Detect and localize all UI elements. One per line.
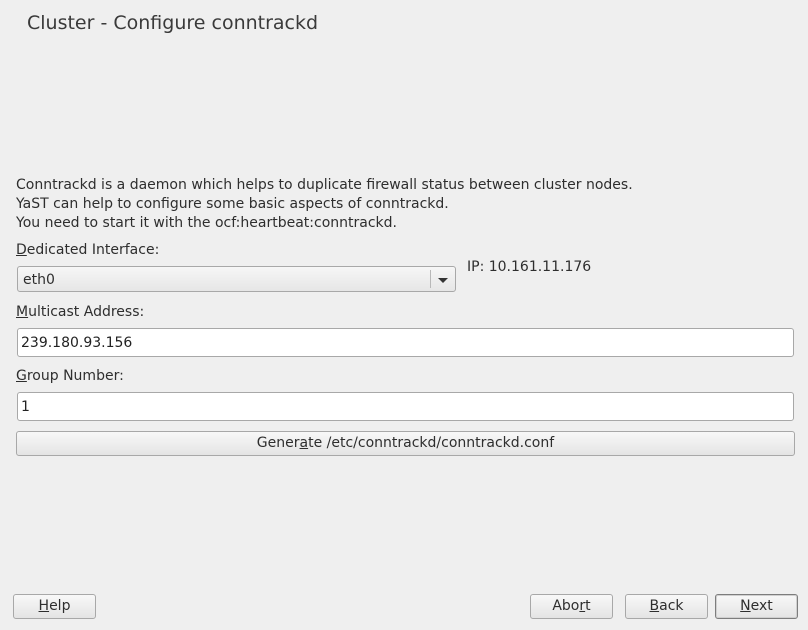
dedicated-interface-label: Dedicated Interface: (16, 242, 159, 258)
multicast-address-input[interactable]: 239.180.93.156 (17, 328, 794, 357)
next-button[interactable]: Next (715, 594, 798, 619)
back-label-text: ack (659, 598, 684, 614)
back-mnemonic: B (649, 598, 660, 614)
help-mnemonic: H (38, 598, 50, 614)
group-number-label-text: roup Number: (26, 368, 124, 384)
abort-label-post: t (585, 598, 591, 614)
help-button[interactable]: Help (13, 594, 96, 619)
multicast-address-label: Multicast Address: (16, 304, 144, 320)
back-button[interactable]: Back (625, 594, 708, 619)
next-mnemonic: N (740, 598, 751, 614)
group-number-label: Group Number: (16, 368, 124, 384)
generate-label-post: te /etc/conntrackd/conntrackd.conf (308, 435, 555, 451)
multicast-address-mnemonic: M (16, 304, 29, 320)
combo-separator (430, 270, 431, 288)
dedicated-interface-select[interactable]: eth0 (17, 266, 456, 292)
generate-config-button[interactable]: Generate /etc/conntrackd/conntrackd.conf (16, 431, 795, 456)
generate-label-pre: Gener (256, 435, 300, 451)
description-line-1: Conntrackd is a daemon which helps to du… (16, 177, 633, 193)
description: Conntrackd is a daemon which helps to du… (16, 176, 633, 233)
conntrackd-dialog: Cluster - Configure conntrackd Conntrack… (0, 0, 808, 630)
page-title: Cluster - Configure conntrackd (27, 12, 319, 34)
group-number-mnemonic: G (16, 368, 27, 384)
chevron-down-icon[interactable] (438, 278, 448, 283)
ip-address-text: IP: 10.161.11.176 (467, 259, 592, 275)
abort-button[interactable]: Abort (530, 594, 613, 619)
generate-label-mnemonic: a (299, 435, 309, 451)
description-line-2: YaST can help to configure some basic as… (16, 196, 449, 212)
next-label-text: ext (750, 598, 773, 614)
dedicated-interface-label-text: edicated Interface: (26, 242, 160, 258)
dedicated-interface-value: eth0 (23, 272, 55, 288)
help-label-text: elp (49, 598, 71, 614)
description-line-3: You need to start it with the ocf:heartb… (16, 215, 397, 231)
dedicated-interface-mnemonic: D (16, 242, 27, 258)
abort-label-pre: Abo (552, 598, 580, 614)
group-number-value: 1 (21, 399, 30, 415)
multicast-address-label-text: ulticast Address: (28, 304, 145, 320)
multicast-address-value: 239.180.93.156 (21, 335, 133, 351)
group-number-input[interactable]: 1 (17, 392, 794, 421)
